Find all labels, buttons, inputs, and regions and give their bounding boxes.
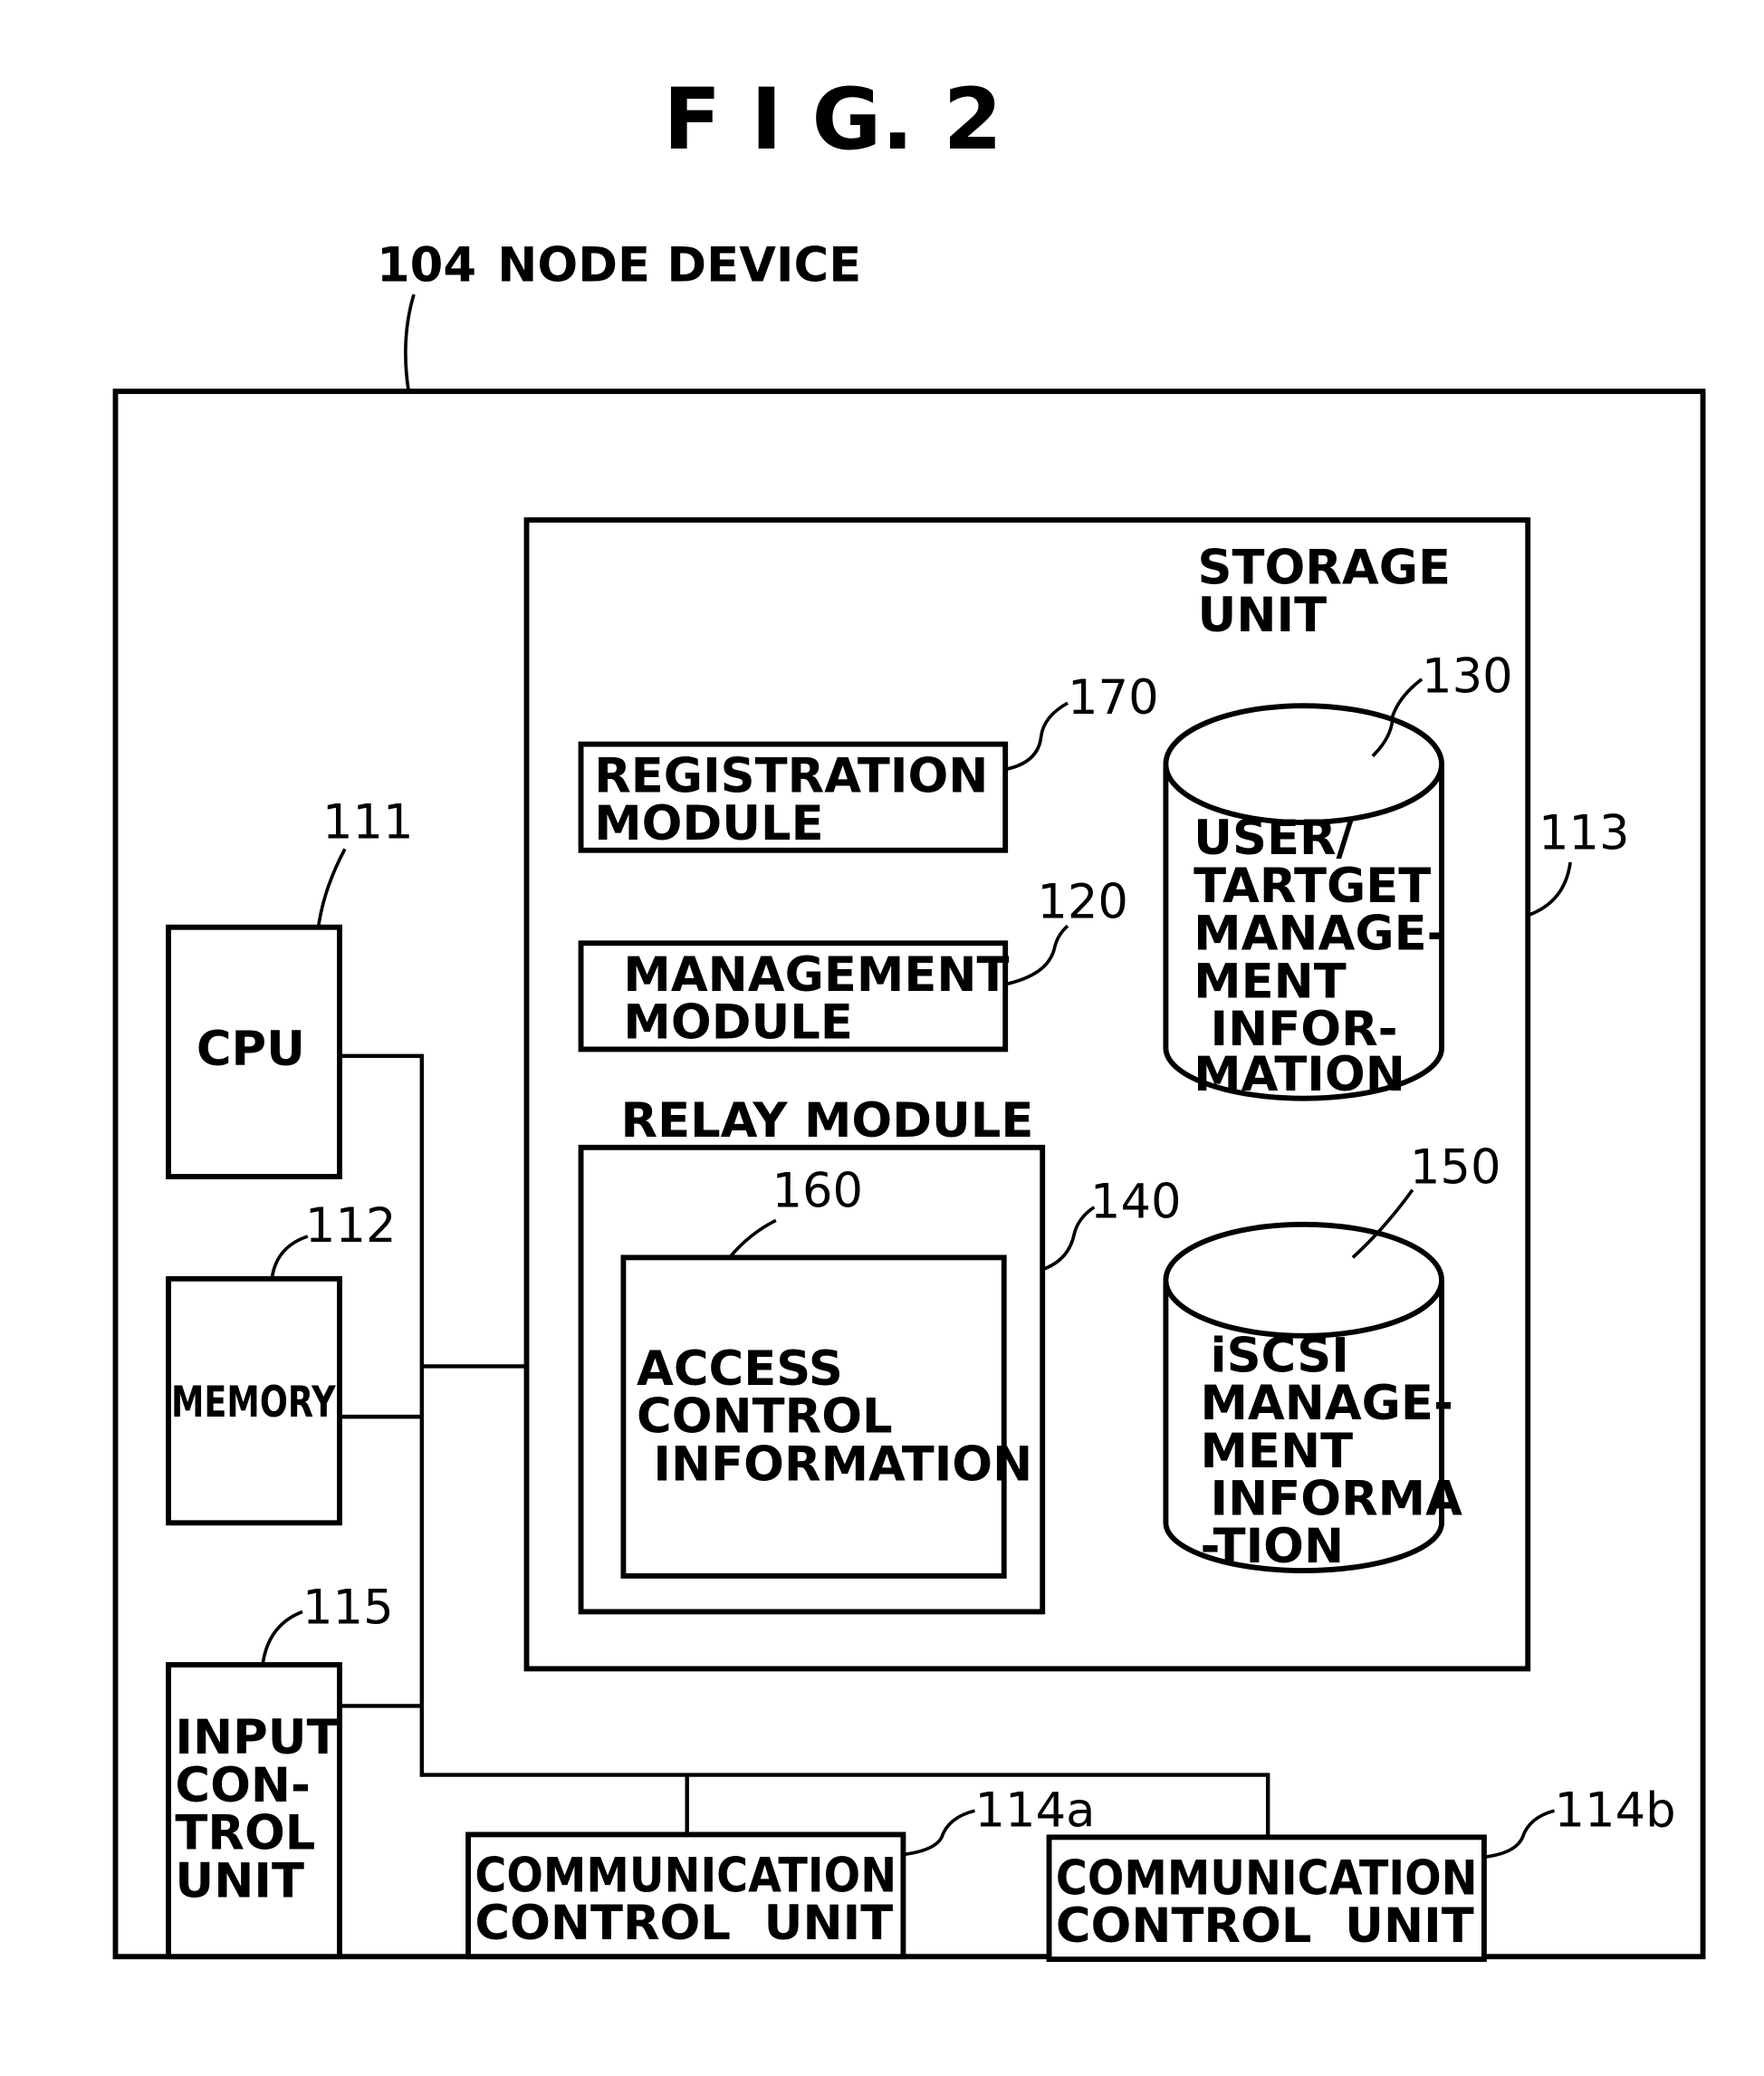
comm-control-b-line2: CONTROL UNIT [1056, 1898, 1474, 1954]
relay-module-label: RELAY MODULE [620, 1093, 1033, 1149]
user-target-db-ref: 130 [1422, 649, 1513, 704]
registration-module-ref: 170 [1068, 670, 1159, 726]
svg-text:UNIT: UNIT [175, 1853, 304, 1908]
iscsi-db-ref: 150 [1410, 1139, 1501, 1195]
node-device-ref: 104 [377, 237, 476, 293]
svg-text:MATION: MATION [1194, 1047, 1405, 1102]
memory-ref: 112 [305, 1198, 397, 1254]
cpu-ref: 111 [322, 795, 414, 851]
node-device-label: NODE DEVICE [497, 237, 861, 293]
memory-label: MEMORY [171, 1379, 336, 1427]
comm-control-a-line2: CONTROL UNIT [475, 1896, 893, 1951]
comm-control-b-ref: 114b [1555, 1783, 1676, 1839]
cpu-label: CPU [197, 1022, 305, 1077]
fig2-diagram: F I G. 2 104 NODE DEVICE STORAGE UNIT 11… [112, 71, 1706, 1963]
management-module-ref: 120 [1037, 874, 1128, 929]
registration-module-line2: MODULE [594, 796, 823, 851]
node-device-leader [404, 293, 416, 392]
access-control-ref: 160 [772, 1164, 863, 1219]
relay-module-ref: 140 [1090, 1174, 1182, 1229]
storage-unit-ref: 113 [1539, 805, 1630, 860]
access-control-line3: INFORMATION [637, 1437, 1032, 1492]
svg-text:UNIT: UNIT [1198, 588, 1328, 643]
input-control-ref: 115 [302, 1581, 394, 1636]
figure-title: F I G. 2 [663, 71, 1002, 169]
management-module-line2: MODULE [623, 995, 852, 1051]
comm-control-a-ref: 114a [975, 1783, 1096, 1839]
svg-text:-TION: -TION [1200, 1519, 1344, 1574]
